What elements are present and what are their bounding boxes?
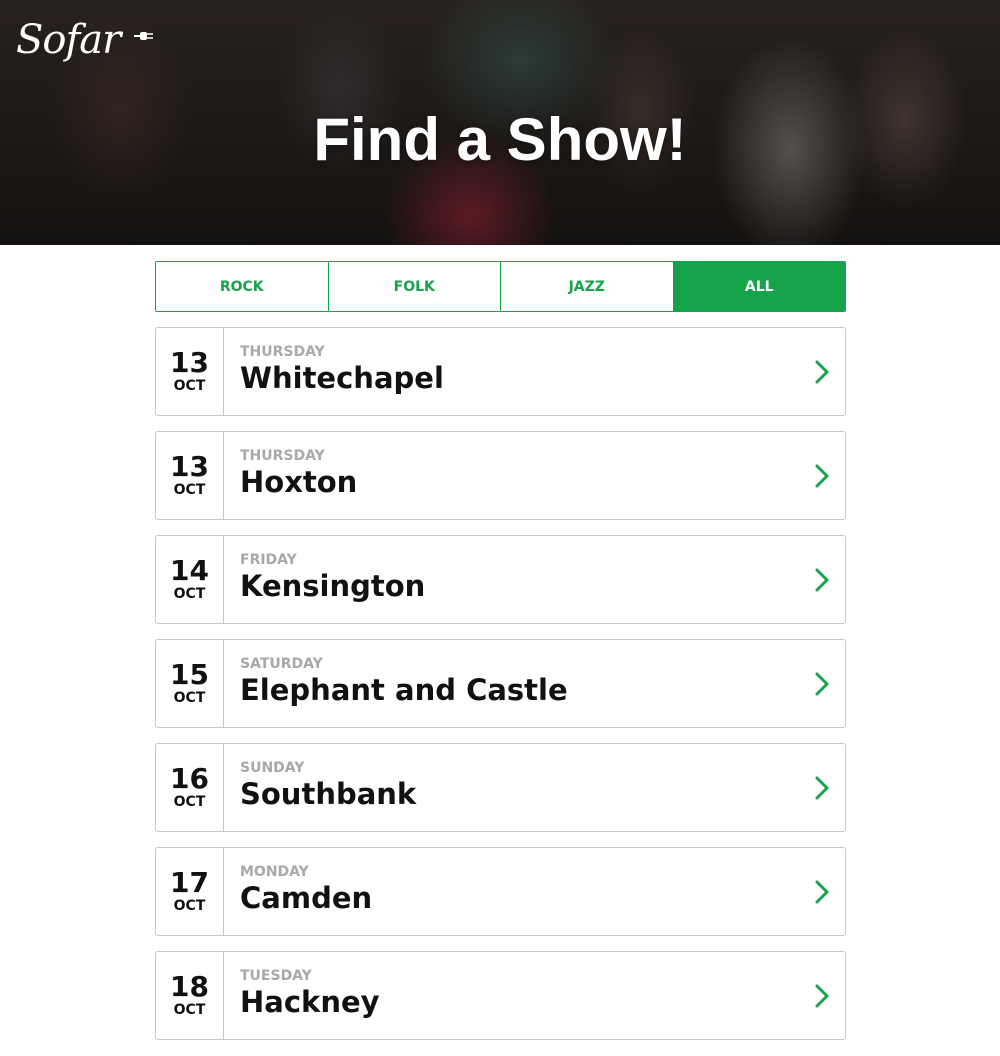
- tab-folk[interactable]: FOLK: [328, 262, 501, 311]
- show-weekday: SUNDAY: [240, 760, 305, 776]
- show-info: SUNDAY Southbank: [224, 744, 845, 831]
- show-list: 13 OCT THURSDAY Whitechapel 13 OCT THURS…: [155, 327, 846, 1055]
- date-box: 17 OCT: [156, 848, 224, 935]
- show-venue: Hoxton: [240, 465, 358, 499]
- show-item-elephant-and-castle[interactable]: 15 OCT SATURDAY Elephant and Castle: [155, 639, 846, 728]
- date-box: 15 OCT: [156, 640, 224, 727]
- show-info: MONDAY Camden: [224, 848, 845, 935]
- date-box: 16 OCT: [156, 744, 224, 831]
- genre-filter-tabs: ROCK FOLK JAZZ ALL: [155, 261, 846, 312]
- chevron-right-icon[interactable]: [813, 878, 831, 906]
- show-month: OCT: [173, 586, 206, 602]
- show-day: 17: [170, 866, 209, 899]
- show-venue: Elephant and Castle: [240, 673, 568, 707]
- chevron-right-icon[interactable]: [813, 358, 831, 386]
- tab-jazz[interactable]: JAZZ: [501, 262, 674, 311]
- chevron-right-icon[interactable]: [813, 774, 831, 802]
- show-weekday: TUESDAY: [240, 968, 312, 984]
- show-item-southbank[interactable]: 16 OCT SUNDAY Southbank: [155, 743, 846, 832]
- show-info: THURSDAY Whitechapel: [224, 328, 845, 415]
- tab-rock[interactable]: ROCK: [156, 262, 329, 311]
- show-month: OCT: [173, 690, 206, 706]
- show-day: 13: [170, 346, 209, 379]
- show-item-whitechapel[interactable]: 13 OCT THURSDAY Whitechapel: [155, 327, 846, 416]
- show-weekday: THURSDAY: [240, 448, 325, 464]
- show-venue: Southbank: [240, 777, 417, 811]
- show-venue: Camden: [240, 881, 373, 915]
- show-day: 14: [170, 554, 209, 587]
- sofar-logo[interactable]: Sofar: [16, 10, 121, 70]
- chevron-right-icon[interactable]: [813, 670, 831, 698]
- chevron-right-icon[interactable]: [813, 982, 831, 1010]
- show-day: 18: [170, 970, 209, 1003]
- plug-icon: [134, 32, 153, 40]
- show-venue: Hackney: [240, 985, 380, 1019]
- tab-all[interactable]: ALL: [673, 262, 845, 311]
- show-info: THURSDAY Hoxton: [224, 432, 845, 519]
- page-title: Find a Show!: [313, 106, 687, 173]
- show-item-hackney[interactable]: 18 OCT TUESDAY Hackney: [155, 951, 846, 1040]
- show-info: TUESDAY Hackney: [224, 952, 845, 1039]
- show-month: OCT: [173, 482, 206, 498]
- show-day: 13: [170, 450, 209, 483]
- show-month: OCT: [173, 1002, 206, 1018]
- show-venue: Kensington: [240, 569, 426, 603]
- show-weekday: MONDAY: [240, 864, 309, 880]
- show-month: OCT: [173, 794, 206, 810]
- date-box: 13 OCT: [156, 432, 224, 519]
- date-box: 13 OCT: [156, 328, 224, 415]
- show-venue: Whitechapel: [240, 361, 444, 395]
- date-box: 18 OCT: [156, 952, 224, 1039]
- show-item-hoxton[interactable]: 13 OCT THURSDAY Hoxton: [155, 431, 846, 520]
- show-day: 15: [170, 658, 209, 691]
- show-weekday: FRIDAY: [240, 552, 297, 568]
- show-month: OCT: [173, 898, 206, 914]
- show-info: FRIDAY Kensington: [224, 536, 845, 623]
- show-month: OCT: [173, 378, 206, 394]
- date-box: 14 OCT: [156, 536, 224, 623]
- chevron-right-icon[interactable]: [813, 566, 831, 594]
- show-info: SATURDAY Elephant and Castle: [224, 640, 845, 727]
- show-item-kensington[interactable]: 14 OCT FRIDAY Kensington: [155, 535, 846, 624]
- hero-banner: Sofar Find a Show!: [0, 0, 1000, 245]
- show-weekday: THURSDAY: [240, 344, 325, 360]
- show-day: 16: [170, 762, 209, 795]
- chevron-right-icon[interactable]: [813, 462, 831, 490]
- show-item-camden[interactable]: 17 OCT MONDAY Camden: [155, 847, 846, 936]
- show-weekday: SATURDAY: [240, 656, 323, 672]
